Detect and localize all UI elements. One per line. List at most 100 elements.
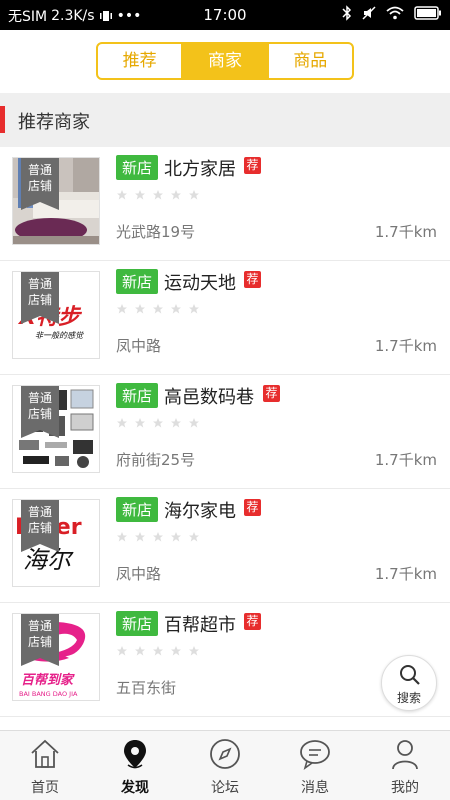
star-icon bbox=[117, 304, 127, 314]
shop-address: 凤中路 bbox=[116, 565, 162, 583]
logo-subtext: 非一般的感觉 bbox=[35, 331, 84, 340]
new-shop-badge: 新店 bbox=[116, 155, 159, 180]
rating-stars bbox=[116, 189, 200, 201]
shop-address: 府前街25号 bbox=[116, 451, 196, 469]
star-icon bbox=[153, 532, 163, 542]
star-icon bbox=[189, 418, 199, 428]
shop-name: 高邑数码巷 bbox=[164, 387, 254, 408]
tab-discover[interactable]: 发现 bbox=[90, 731, 180, 800]
recommended-badge: 荐 bbox=[244, 157, 261, 174]
section-accent-bar bbox=[0, 106, 5, 133]
shop-thumbnail: 普通 店铺 bbox=[12, 385, 100, 473]
search-button[interactable]: 搜索 bbox=[381, 655, 437, 711]
tab-forum-label: 论坛 bbox=[211, 780, 239, 796]
tab-profile[interactable]: 我的 bbox=[360, 731, 450, 800]
shop-distance: 1.7千km bbox=[374, 565, 437, 583]
status-bar: 无SIM 2.3K/s ••• 17:00 bbox=[0, 0, 450, 30]
shop-type-ribbon: 普通 店铺 bbox=[21, 272, 59, 324]
star-icon bbox=[153, 646, 163, 656]
tab-forum[interactable]: 论坛 bbox=[180, 731, 270, 800]
chat-bubble-icon bbox=[300, 740, 330, 770]
search-button-label: 搜索 bbox=[396, 691, 421, 705]
battery-icon bbox=[414, 6, 441, 20]
list-item[interactable]: X特步 非一般的感觉 普通店铺 新店 运动天地 荐 凤中路 1.7千km bbox=[0, 261, 450, 375]
star-icon bbox=[189, 532, 199, 542]
logo-text: 百帮到家 bbox=[21, 672, 75, 688]
star-icon bbox=[117, 646, 127, 656]
compass-icon bbox=[210, 739, 240, 769]
new-shop-badge: 新店 bbox=[116, 383, 159, 408]
segment-products[interactable]: 商品 bbox=[266, 44, 352, 78]
star-icon bbox=[171, 532, 181, 542]
search-icon bbox=[400, 665, 420, 685]
recommended-badge: 荐 bbox=[244, 613, 261, 630]
star-icon bbox=[171, 646, 181, 656]
home-icon bbox=[31, 739, 59, 768]
shop-type-ribbon: 普通 店铺 bbox=[21, 158, 59, 210]
tab-home[interactable]: 首页 bbox=[0, 731, 90, 800]
star-icon bbox=[117, 190, 127, 200]
star-icon bbox=[135, 304, 145, 314]
shop-type-ribbon: 普通 店铺 bbox=[21, 500, 59, 552]
new-shop-badge: 新店 bbox=[116, 269, 159, 294]
star-icon bbox=[153, 304, 163, 314]
recommended-badge: 荐 bbox=[244, 271, 261, 288]
star-icon bbox=[153, 418, 163, 428]
list-item[interactable]: 普通 店铺 新店 北方家居 荐 光武路19号 1.7千km bbox=[0, 147, 450, 261]
bottom-tab-bar: 首页 发现 论坛 消息 我的 bbox=[0, 730, 450, 800]
wifi-icon bbox=[386, 6, 404, 20]
recommended-badge: 荐 bbox=[263, 385, 280, 402]
shop-distance: 1.7千km bbox=[374, 451, 437, 469]
star-icon bbox=[189, 646, 199, 656]
bluetooth-icon bbox=[342, 5, 352, 21]
shop-thumbnail: Haier 海尔 普通店铺 bbox=[12, 499, 100, 587]
new-shop-badge: 新店 bbox=[116, 611, 159, 636]
shop-name: 运动天地 bbox=[164, 273, 236, 294]
tab-home-label: 首页 bbox=[31, 780, 59, 796]
shop-address: 五百东街 bbox=[116, 679, 177, 697]
person-icon bbox=[392, 740, 418, 770]
new-shop-badge: 新店 bbox=[116, 497, 159, 522]
tab-discover-label: 发现 bbox=[121, 780, 149, 796]
list-item[interactable]: Haier 海尔 普通店铺 新店 海尔家电 荐 凤中路 1.7千km bbox=[0, 489, 450, 603]
rating-stars bbox=[116, 531, 200, 543]
shop-type-ribbon: 普通 店铺 bbox=[21, 386, 59, 438]
tab-messages-label: 消息 bbox=[301, 780, 329, 796]
shop-distance: 1.7千km bbox=[374, 223, 437, 241]
star-icon bbox=[171, 418, 181, 428]
section-header: 推荐商家 bbox=[0, 93, 450, 147]
recommended-badge: 荐 bbox=[244, 499, 261, 516]
star-icon bbox=[171, 190, 181, 200]
star-icon bbox=[135, 646, 145, 656]
shop-name: 北方家居 bbox=[164, 159, 236, 180]
shop-address: 光武路19号 bbox=[116, 223, 196, 241]
shop-address: 凤中路 bbox=[116, 337, 162, 355]
shop-distance: 1.7千km bbox=[374, 337, 437, 355]
rating-stars bbox=[116, 645, 200, 657]
shop-thumbnail: 普通 店铺 bbox=[12, 157, 100, 245]
rating-stars bbox=[116, 303, 200, 315]
star-icon bbox=[189, 304, 199, 314]
list-item[interactable]: 普通 店铺 新店 高邑数码巷 荐 府前街25号 1.7千km bbox=[0, 375, 450, 489]
shop-type-ribbon: 普通 店铺 bbox=[21, 614, 59, 666]
shop-name: 海尔家电 bbox=[164, 501, 236, 522]
segment-merchants[interactable]: 商家 bbox=[181, 44, 267, 78]
logo-subtext: BAI BANG DAO JIA bbox=[19, 690, 78, 698]
segment-recommend[interactable]: 推荐 bbox=[98, 44, 181, 78]
rating-stars bbox=[116, 417, 200, 429]
shop-thumbnail: 百帮到家 BAI BANG DAO JIA 普通 店铺 bbox=[12, 613, 100, 701]
location-pin-icon bbox=[124, 740, 146, 769]
section-title: 推荐商家 bbox=[18, 112, 90, 133]
merchant-list: 普通店铺 新店 北方家居 荐 光武路19号 1.7千km X特步 非一般的感觉 … bbox=[0, 147, 450, 717]
tab-messages[interactable]: 消息 bbox=[270, 731, 360, 800]
star-icon bbox=[189, 190, 199, 200]
star-icon bbox=[117, 418, 127, 428]
star-icon bbox=[135, 418, 145, 428]
star-icon bbox=[135, 190, 145, 200]
shop-thumbnail: X特步 非一般的感觉 普通店铺 bbox=[12, 271, 100, 359]
star-icon bbox=[171, 304, 181, 314]
tab-profile-label: 我的 bbox=[391, 780, 419, 796]
star-icon bbox=[153, 190, 163, 200]
star-icon bbox=[135, 532, 145, 542]
category-segmented-control: 推荐 商家 商品 bbox=[96, 42, 354, 80]
